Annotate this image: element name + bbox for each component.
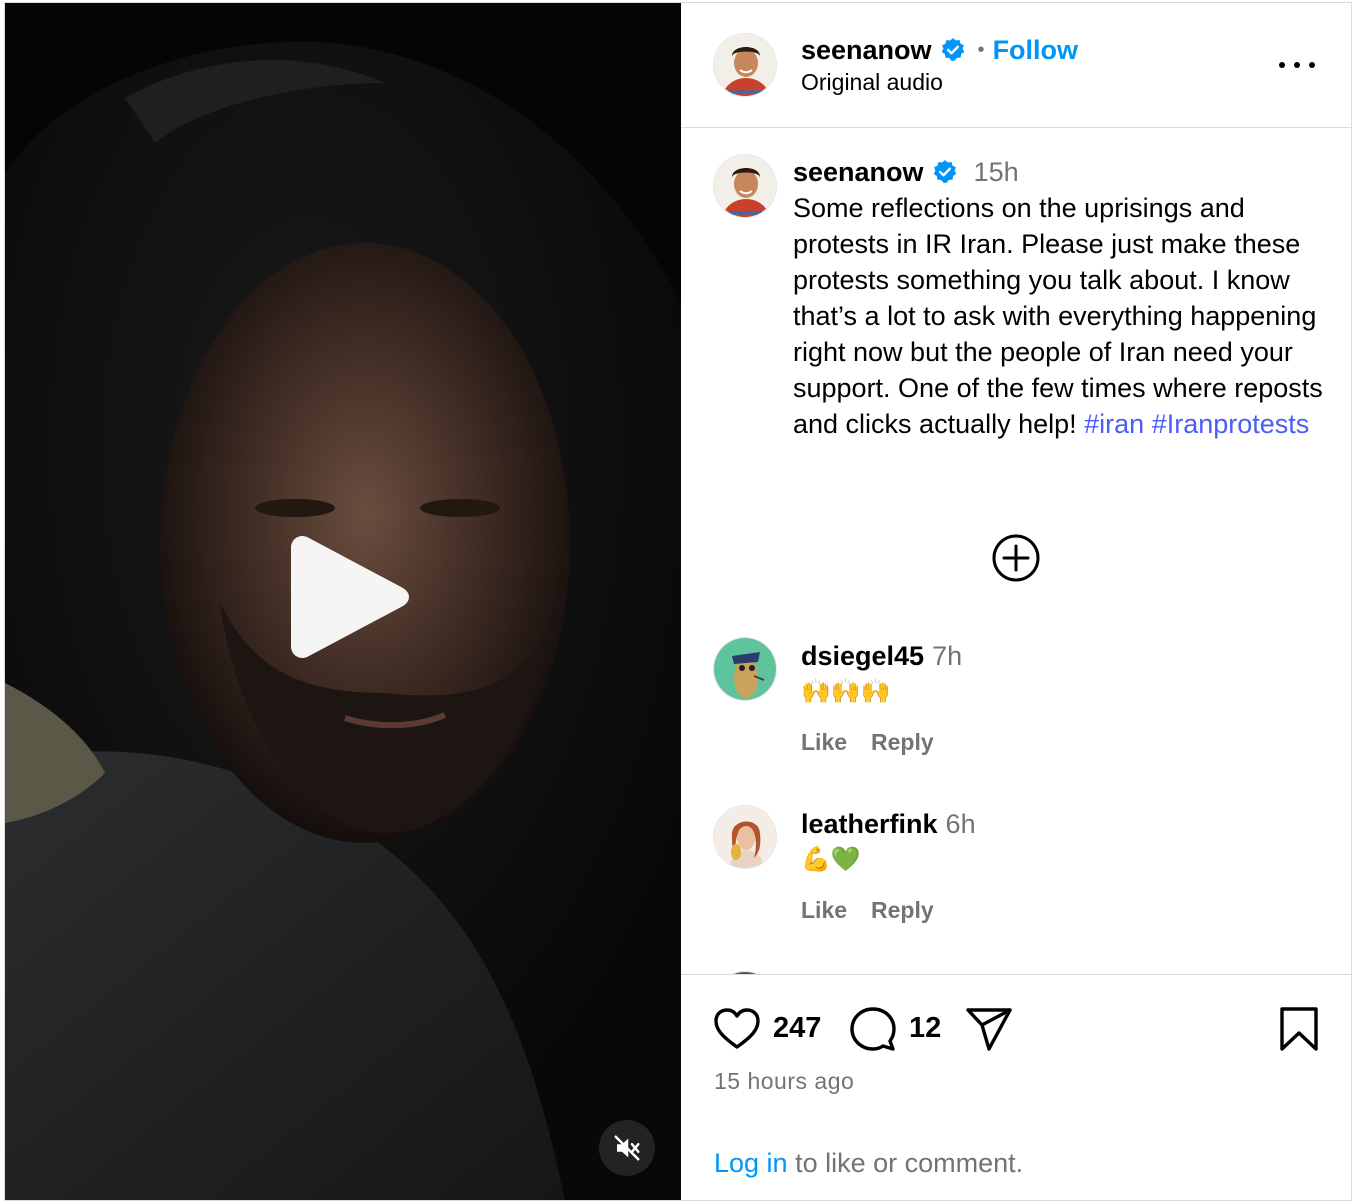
hashtag-link[interactable]: #Iranprotests <box>1152 409 1310 439</box>
commenter-avatar[interactable] <box>713 805 777 869</box>
post-sidebar: seenanow • Follow Original audio seenano… <box>681 3 1351 1200</box>
like-comment-button[interactable]: Like <box>801 897 847 924</box>
comment-username[interactable]: leatherfink <box>801 809 938 840</box>
comment-time[interactable]: 6h <box>946 809 976 840</box>
caption-username[interactable]: seenanow <box>793 157 924 188</box>
post-timestamp[interactable]: 15 hours ago <box>714 1068 854 1095</box>
video-player[interactable] <box>5 3 681 1200</box>
caption-time[interactable]: 15h <box>974 157 1019 188</box>
muted-speaker-icon <box>614 1135 640 1161</box>
comment-time[interactable]: 7h <box>932 641 962 672</box>
paper-plane-icon[interactable] <box>965 1005 1013 1053</box>
caption-text: Some reflections on the uprisings and pr… <box>793 190 1333 442</box>
author-avatar[interactable] <box>713 33 777 97</box>
commenter-avatar[interactable] <box>713 637 777 701</box>
bookmark-icon[interactable] <box>1277 1005 1321 1053</box>
author-username[interactable]: seenanow <box>801 35 932 66</box>
comments-list[interactable]: seenanow 15h Some reflections on the upr… <box>681 129 1351 974</box>
like-comment-button[interactable]: Like <box>801 729 847 756</box>
action-bar: 247 12 <box>713 1005 1323 1055</box>
reply-button[interactable]: Reply <box>871 897 934 924</box>
speech-bubble-icon[interactable] <box>849 1005 897 1053</box>
like-count[interactable]: 247 <box>773 1012 821 1045</box>
comment-count[interactable]: 12 <box>909 1012 941 1045</box>
login-prompt: Log in to like or comment. <box>714 1148 1023 1179</box>
follow-button[interactable]: Follow <box>993 35 1078 66</box>
audio-link[interactable]: Original audio <box>801 69 943 96</box>
hashtag-link[interactable]: #iran <box>1084 409 1144 439</box>
more-options-icon[interactable] <box>1275 53 1319 77</box>
post-footer: 247 12 15 hours ago Log in to like or co… <box>681 974 1351 1200</box>
comment-username[interactable]: dsiegel45 <box>801 641 924 672</box>
login-prompt-text: to like or comment. <box>787 1148 1024 1178</box>
heart-icon[interactable] <box>713 1005 761 1053</box>
login-link[interactable]: Log in <box>714 1148 788 1178</box>
verified-badge-icon <box>933 160 956 183</box>
post-dialog: seenanow • Follow Original audio seenano… <box>4 2 1352 1201</box>
reply-button[interactable]: Reply <box>871 729 934 756</box>
caption-avatar[interactable] <box>713 154 777 218</box>
comment-text: 🙌🙌🙌 <box>801 678 891 705</box>
mute-button[interactable] <box>599 1120 655 1176</box>
comment-text: 💪💚 <box>801 846 861 873</box>
separator-dot: • <box>977 38 985 61</box>
caption-body: Some reflections on the uprisings and pr… <box>793 193 1323 439</box>
play-icon[interactable] <box>287 530 413 664</box>
plus-circle-icon[interactable] <box>991 533 1041 583</box>
verified-badge-icon <box>941 38 964 61</box>
post-header: seenanow • Follow Original audio <box>681 3 1351 128</box>
